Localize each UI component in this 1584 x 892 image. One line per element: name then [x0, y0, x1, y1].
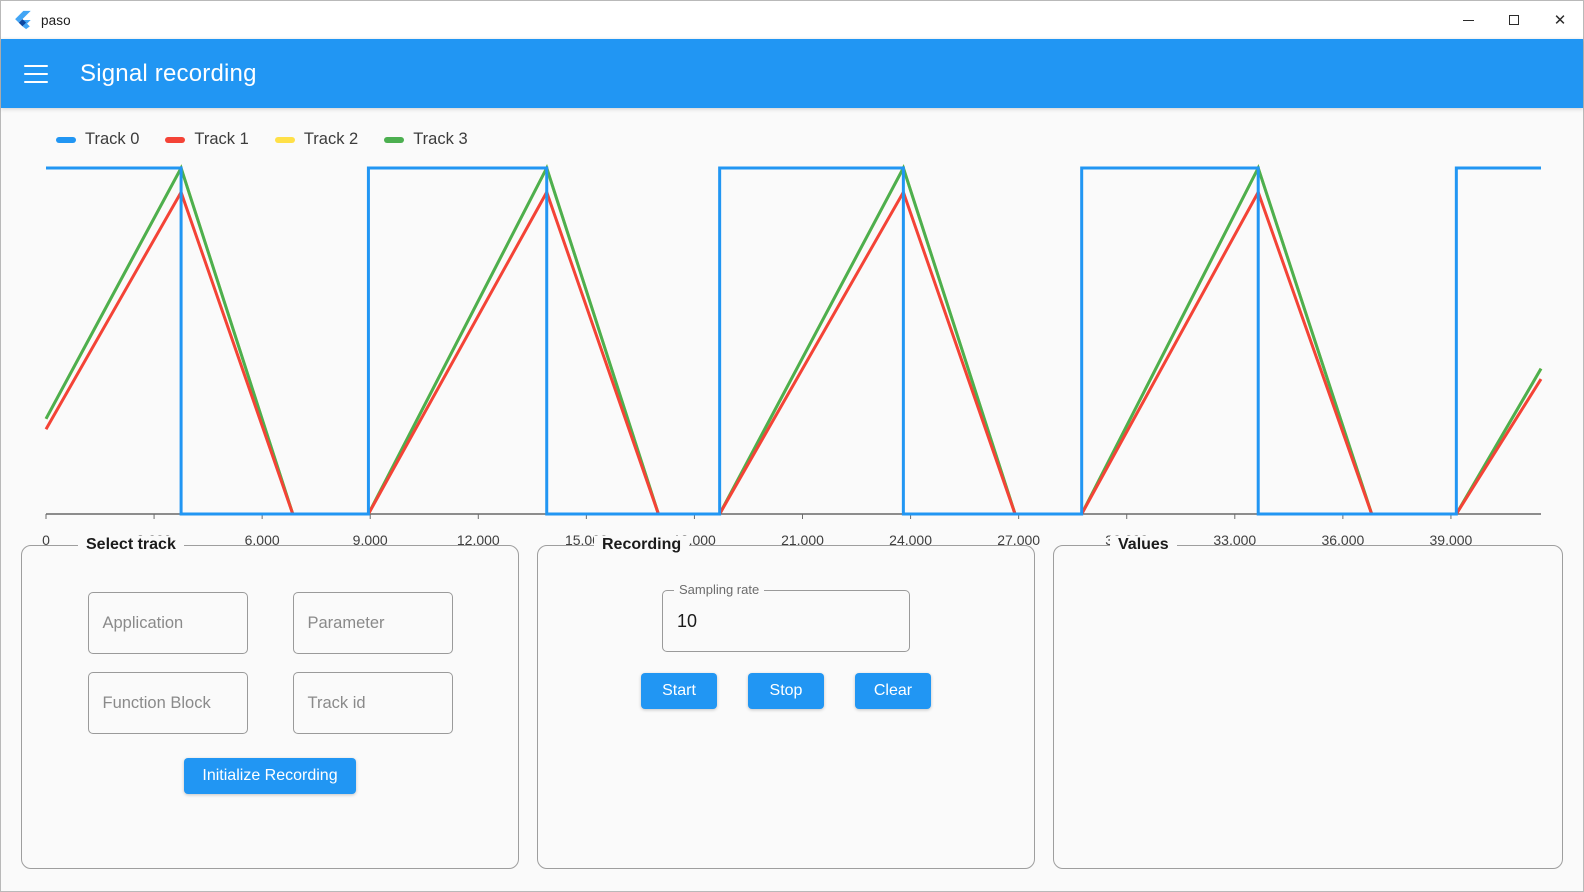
control-panels: Select track Application Parameter Funct…: [1, 531, 1583, 891]
legend-item-track0[interactable]: Track 0: [56, 130, 139, 149]
panel-recording-title: Recording: [594, 536, 690, 554]
minimize-icon[interactable]: [1445, 1, 1491, 39]
app-window: paso ✕ Signal recording Track 0 Track 1: [0, 0, 1584, 892]
application-field-placeholder: Application: [102, 613, 184, 632]
start-button[interactable]: Start: [641, 673, 717, 709]
window-title: paso: [41, 12, 71, 28]
maximize-icon[interactable]: [1491, 1, 1537, 39]
hamburger-menu-icon[interactable]: [24, 64, 48, 83]
legend-item-track3[interactable]: Track 3: [384, 130, 468, 149]
function-block-field[interactable]: Function Block: [87, 672, 248, 734]
select-track-fields: Application Parameter Function Block Tra…: [40, 592, 500, 734]
clear-button[interactable]: Clear: [855, 673, 931, 709]
panel-values: Values: [1053, 536, 1563, 869]
track-id-field[interactable]: Track id: [292, 672, 453, 734]
chart-legend: Track 0 Track 1 Track 2 Track 3: [1, 108, 1583, 149]
legend-label-track1: Track 1: [194, 130, 249, 148]
legend-item-track1[interactable]: Track 1: [165, 130, 249, 149]
sampling-rate-label: Sampling rate: [674, 582, 765, 597]
close-icon[interactable]: ✕: [1537, 1, 1583, 39]
stop-button[interactable]: Stop: [748, 673, 824, 709]
signal-chart[interactable]: 03,0006,0009,00012,00015,00018,00021,000…: [1, 161, 1583, 548]
parameter-field-placeholder: Parameter: [307, 613, 385, 632]
initialize-recording-row: Initialize Recording: [40, 758, 500, 794]
legend-label-track2: Track 2: [303, 130, 359, 148]
chart-plot-area: [44, 164, 1543, 519]
title-bar: paso ✕: [1, 1, 1583, 39]
sampling-rate-row: Sampling rate 10: [556, 582, 1016, 652]
panel-select-track: Select track Application Parameter Funct…: [21, 536, 519, 869]
parameter-field[interactable]: Parameter: [292, 592, 453, 654]
panel-recording: Recording Sampling rate 10 Start Stop Cl…: [537, 536, 1035, 869]
legend-item-track2[interactable]: Track 2: [274, 130, 359, 149]
legend-label-track3: Track 3: [413, 130, 468, 148]
legend-swatch-track3: [384, 136, 405, 143]
track-id-field-placeholder: Track id: [307, 693, 366, 712]
flutter-logo-icon: [11, 9, 33, 31]
page-title: Signal recording: [80, 59, 257, 87]
legend-swatch-track2: [274, 136, 295, 143]
panel-select-track-title: Select track: [78, 536, 184, 554]
legend-label-track0: Track 0: [85, 130, 140, 148]
legend-swatch-track0: [56, 136, 76, 143]
sampling-rate-value: 10: [677, 610, 698, 631]
initialize-recording-button[interactable]: Initialize Recording: [184, 758, 356, 794]
window-controls: ✕: [1445, 1, 1583, 39]
legend-swatch-track1: [165, 136, 186, 143]
application-field[interactable]: Application: [87, 592, 248, 654]
app-bar: Signal recording: [1, 39, 1583, 108]
sampling-rate-input[interactable]: Sampling rate 10: [662, 582, 910, 652]
main-content: Track 0 Track 1 Track 2 Track 3 03,0006,…: [1, 108, 1583, 891]
recording-buttons: Start Stop Clear: [556, 673, 1016, 709]
panel-values-title: Values: [1110, 536, 1177, 554]
function-block-field-placeholder: Function Block: [102, 693, 211, 712]
